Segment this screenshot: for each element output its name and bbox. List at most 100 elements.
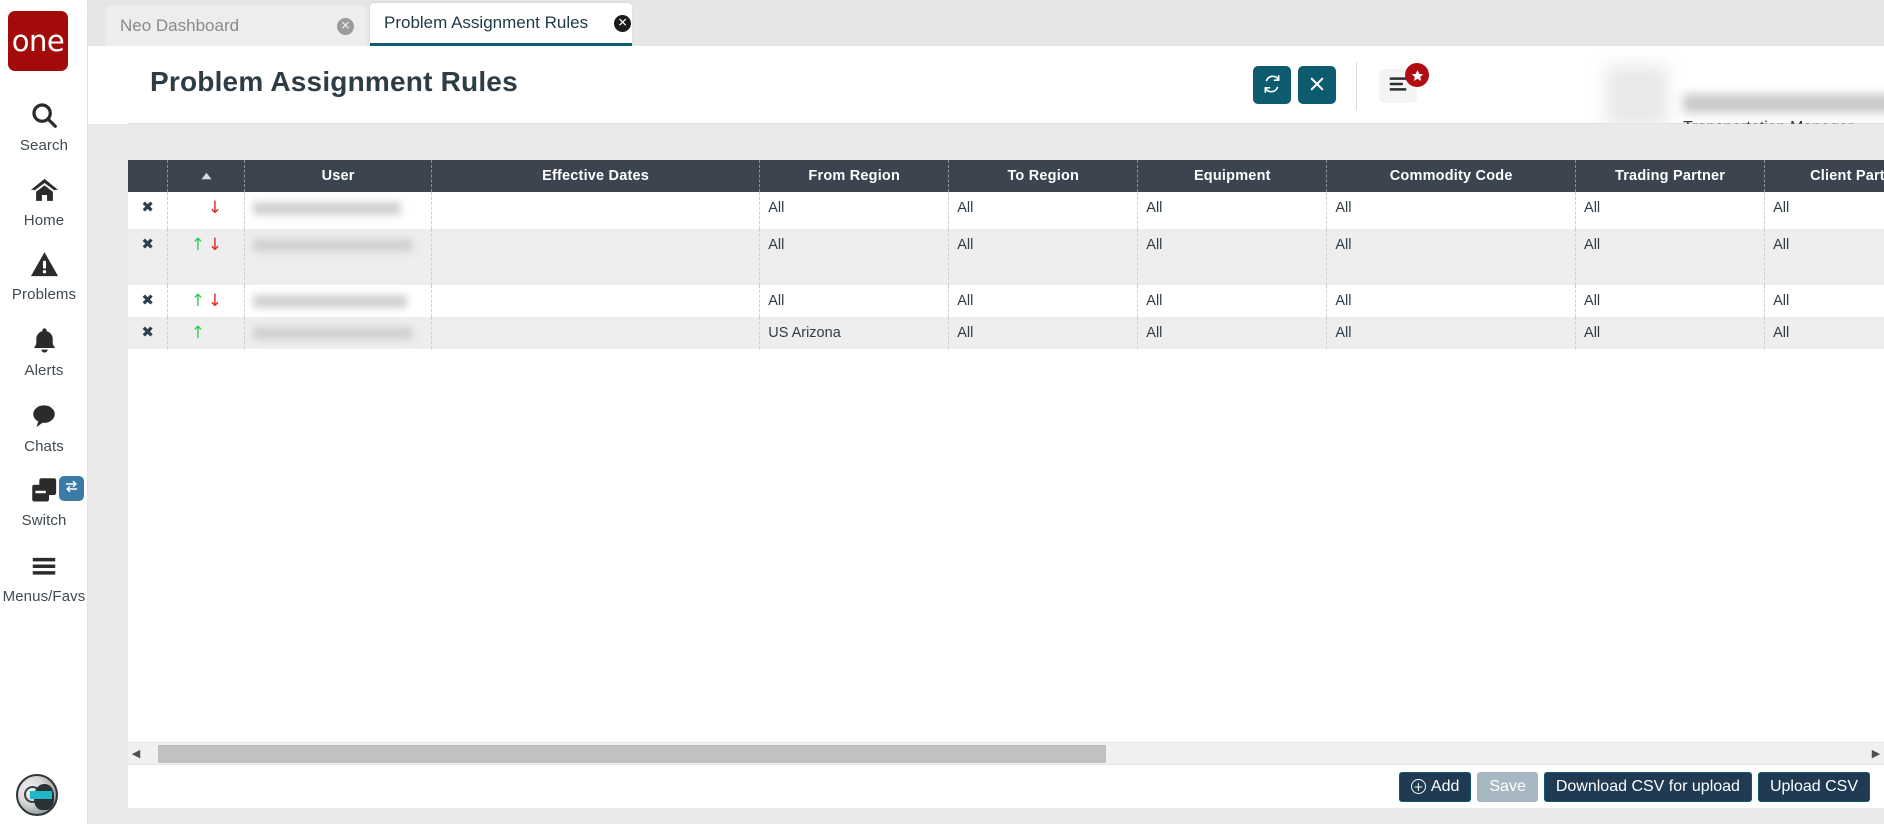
- star-icon[interactable]: [1405, 63, 1429, 87]
- col-header-equipment[interactable]: Equipment: [1137, 160, 1328, 192]
- delete-x-icon[interactable]: ✖: [141, 198, 154, 216]
- cell-client-partner: All: [1764, 317, 1884, 349]
- ai-assistant-orb-icon[interactable]: [16, 774, 58, 816]
- close-circle-icon[interactable]: ✕: [614, 14, 632, 32]
- problem-assignment-rules-table: User Effective Dates From Region To Regi…: [128, 160, 1884, 349]
- col-header-client-partner[interactable]: Client Partner: [1764, 160, 1884, 192]
- delete-x-icon[interactable]: ✖: [141, 235, 154, 253]
- refresh-button[interactable]: [1253, 66, 1291, 104]
- sidebar-item-chats[interactable]: Chats: [0, 396, 88, 455]
- save-button[interactable]: Save: [1477, 771, 1538, 802]
- sidebar-item-menus-favs[interactable]: Menus/Favs: [0, 546, 88, 605]
- row-delete-cell[interactable]: ✖: [128, 285, 169, 317]
- move-down-icon[interactable]: ↓: [206, 293, 223, 310]
- close-x-icon: [1308, 75, 1326, 96]
- chevron-left-icon[interactable]: ◀: [128, 743, 144, 765]
- col-header-to-region[interactable]: To Region: [948, 160, 1139, 192]
- bell-icon: [24, 320, 64, 360]
- delete-x-icon[interactable]: ✖: [141, 323, 154, 341]
- orb-visor-decoration: [30, 791, 52, 799]
- col-header-user[interactable]: User: [244, 160, 432, 192]
- table-row[interactable]: ✖ ↓ All All All All All All All: [128, 192, 1884, 229]
- move-down-icon[interactable]: ↓: [206, 237, 223, 254]
- window-bottom-strip: [88, 808, 1884, 824]
- move-down-icon[interactable]: ↓: [206, 200, 223, 217]
- tab-problem-assignment-rules[interactable]: Problem Assignment Rules ✕: [370, 3, 632, 46]
- table-header-row: User Effective Dates From Region To Regi…: [128, 160, 1884, 192]
- tab-label: Problem Assignment Rules: [384, 13, 589, 32]
- user-name-masked: [253, 295, 408, 308]
- cell-from-region: US Arizona: [759, 317, 950, 349]
- row-move-cell[interactable]: ↑ ↓: [167, 285, 246, 317]
- user-name-masked: [253, 239, 414, 252]
- move-up-icon[interactable]: ↑: [189, 325, 206, 342]
- sidebar-label-switch: Switch: [21, 512, 67, 529]
- tab-label: Neo Dashboard: [120, 16, 240, 35]
- app-window: one Search Home Problems Alerts Chats Sw…: [0, 0, 1884, 824]
- windows-stack-icon: [24, 470, 64, 510]
- cell-user: [244, 317, 432, 349]
- sidebar-label-home: Home: [23, 212, 65, 229]
- sidebar-item-alerts[interactable]: Alerts: [0, 320, 88, 379]
- switch-org-button[interactable]: [59, 476, 84, 501]
- cell-equipment: All: [1137, 229, 1328, 285]
- col-header-from-region[interactable]: From Region: [759, 160, 950, 192]
- user-name-masked: [1683, 94, 1884, 113]
- cell-trading-partner: All: [1575, 229, 1766, 285]
- table-row[interactable]: ✖ ↑↓ All All All All All All All: [128, 285, 1884, 317]
- page-title: Problem Assignment Rules: [150, 66, 518, 97]
- col-header-trading-partner[interactable]: Trading Partner: [1575, 160, 1766, 192]
- table-row[interactable]: ✖ ↑ US Arizona All All All All All All: [128, 317, 1884, 349]
- delete-x-icon[interactable]: ✖: [141, 291, 154, 309]
- sidebar-item-home[interactable]: Home: [0, 170, 88, 229]
- close-page-button[interactable]: [1298, 66, 1336, 104]
- row-move-cell[interactable]: ↑: [167, 317, 246, 349]
- row-delete-cell[interactable]: ✖: [128, 317, 169, 349]
- cell-equipment: All: [1137, 192, 1328, 229]
- cell-trading-partner: All: [1575, 192, 1766, 229]
- download-csv-button-label: Download CSV for upload: [1555, 777, 1740, 795]
- cell-user: [244, 192, 432, 229]
- sidebar-item-search[interactable]: Search: [0, 95, 88, 154]
- row-move-cell[interactable]: ↓: [167, 192, 246, 229]
- cell-from-region: All: [759, 192, 950, 229]
- page-header: Problem Assignment Rules: [128, 46, 1884, 158]
- col-header-move[interactable]: [167, 160, 246, 192]
- brand-logo[interactable]: one: [8, 11, 68, 71]
- cell-to-region: All: [948, 285, 1139, 317]
- cell-effective-dates: [431, 192, 761, 229]
- move-up-icon[interactable]: ↑: [189, 237, 206, 254]
- upload-csv-button[interactable]: Upload CSV: [1757, 771, 1870, 802]
- col-header-commodity-code[interactable]: Commodity Code: [1326, 160, 1577, 192]
- cell-from-region: All: [759, 285, 950, 317]
- table-row[interactable]: ✖ ↑↓ All All All All All All All: [128, 229, 1884, 285]
- chevron-right-icon[interactable]: ▶: [1868, 743, 1884, 765]
- hamburger-icon: [24, 546, 64, 586]
- row-move-cell[interactable]: ↑ ↓: [167, 229, 246, 285]
- upload-csv-button-label: Upload CSV: [1769, 777, 1858, 795]
- close-circle-icon[interactable]: ✕: [337, 17, 354, 35]
- tab-neo-dashboard[interactable]: Neo Dashboard ✕: [106, 6, 366, 46]
- sidebar-label-chats: Chats: [24, 438, 64, 455]
- cell-to-region: All: [948, 192, 1139, 229]
- home-icon: [24, 170, 64, 210]
- left-nav-rail: one Search Home Problems Alerts Chats Sw…: [0, 0, 88, 824]
- chat-bubble-icon: [24, 396, 64, 436]
- search-icon: [24, 95, 64, 135]
- scrollbar-track[interactable]: [144, 743, 1868, 765]
- sidebar-label-search: Search: [19, 137, 69, 154]
- add-button[interactable]: + Add: [1398, 771, 1472, 802]
- sidebar-item-problems[interactable]: Problems: [0, 244, 88, 303]
- avatar[interactable]: [1606, 65, 1668, 127]
- content-gap: [88, 124, 1884, 160]
- row-delete-cell[interactable]: ✖: [128, 192, 169, 229]
- move-up-icon[interactable]: ↑: [189, 293, 206, 310]
- row-delete-cell[interactable]: ✖: [128, 229, 169, 285]
- download-csv-button[interactable]: Download CSV for upload: [1543, 771, 1752, 802]
- cell-client-partner: All: [1764, 192, 1884, 229]
- tab-strip: Neo Dashboard ✕ Problem Assignment Rules…: [88, 0, 1884, 46]
- scrollbar-thumb[interactable]: [158, 744, 1106, 763]
- horizontal-scrollbar[interactable]: ◀ ▶: [128, 742, 1884, 764]
- col-header-effective-dates[interactable]: Effective Dates: [431, 160, 761, 192]
- cell-effective-dates: [431, 317, 761, 349]
